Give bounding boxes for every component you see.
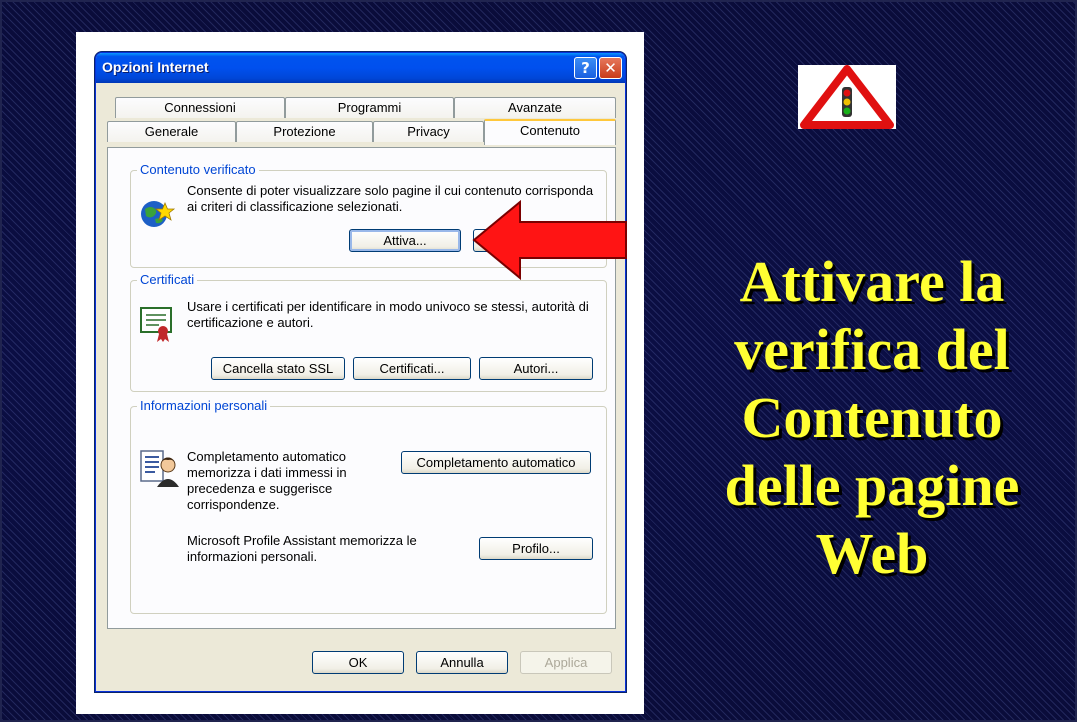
personal-info-title: Informazioni personali <box>137 398 271 413</box>
tab-contenuto[interactable]: Contenuto <box>484 119 616 145</box>
clear-ssl-button[interactable]: Cancella stato SSL <box>211 357 345 380</box>
warning-sign <box>798 65 896 129</box>
profile-button[interactable]: Profilo... <box>479 537 593 560</box>
headline-line: verifica del <box>734 317 1010 382</box>
headline-line: Web <box>815 521 929 586</box>
close-button[interactable]: ✕ <box>599 57 622 79</box>
certificate-icon <box>140 307 172 342</box>
headline-line: Contenuto <box>741 385 1003 450</box>
autocomplete-button[interactable]: Completamento automatico <box>401 451 591 474</box>
tab-protezione[interactable]: Protezione <box>236 121 373 142</box>
headline-line: delle pagine <box>724 453 1020 518</box>
internet-options-dialog: Opzioni Internet ? ✕ Connessioni Program… <box>95 52 626 692</box>
dialog-title: Opzioni Internet <box>102 59 209 75</box>
ok-button[interactable]: OK <box>312 651 404 674</box>
apply-button[interactable]: Applica <box>520 651 612 674</box>
publishers-button[interactable]: Autori... <box>479 357 593 380</box>
tab-avanzate[interactable]: Avanzate <box>454 97 616 118</box>
dialog-titlebar[interactable]: Opzioni Internet ? ✕ <box>96 53 625 83</box>
globe-star-icon <box>141 201 175 227</box>
cancel-button[interactable]: Annulla <box>416 651 508 674</box>
help-button[interactable]: ? <box>574 57 597 79</box>
autocomplete-description: Completamento automatico memorizza i dat… <box>187 449 347 512</box>
warning-traffic-light-icon <box>800 65 894 129</box>
tab-programmi[interactable]: Programmi <box>285 97 454 118</box>
person-card-icon <box>140 450 179 487</box>
slide: Opzioni Internet ? ✕ Connessioni Program… <box>0 0 1077 722</box>
tab-privacy[interactable]: Privacy <box>373 121 484 142</box>
profile-description: Microsoft Profile Assistant memorizza le… <box>187 533 417 564</box>
certificates-group: Certificati Usare i certificati per iden… <box>130 272 607 392</box>
tab-generale[interactable]: Generale <box>107 121 236 142</box>
personal-info-group: Informazioni personali Completamento aut… <box>130 398 607 614</box>
headline-line: Attivare la <box>739 249 1005 314</box>
certificates-description: Usare i certificati per identificare in … <box>187 299 589 330</box>
certificates-title: Certificati <box>137 272 198 287</box>
red-arrow-icon <box>472 199 627 281</box>
enable-button[interactable]: Attiva... <box>349 229 461 252</box>
tab-connessioni[interactable]: Connessioni <box>115 97 285 118</box>
headline: Attivare la verifica del Contenuto delle… <box>662 248 1077 588</box>
content-advisor-title: Contenuto verificato <box>137 162 259 177</box>
certificates-button[interactable]: Certificati... <box>353 357 471 380</box>
